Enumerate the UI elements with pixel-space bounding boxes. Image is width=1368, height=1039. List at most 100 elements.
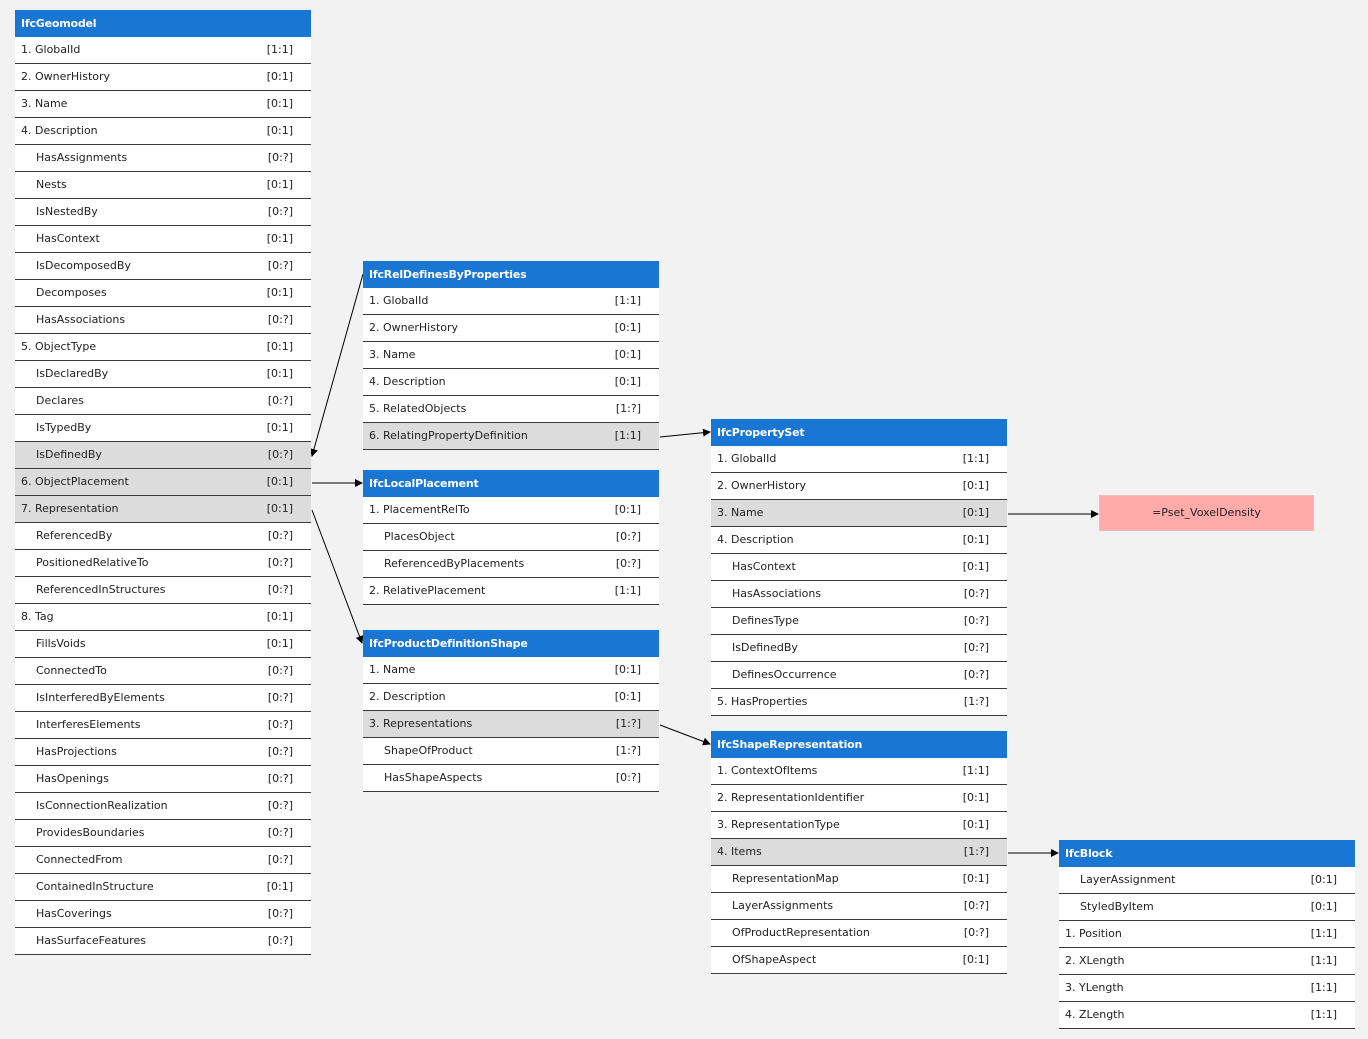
attribute-row[interactable]: 6. ObjectPlacement [0:1]	[15, 469, 311, 496]
attribute-row[interactable]: HasContext [0:1]	[711, 554, 1007, 581]
attribute-row[interactable]: HasSurfaceFeatures [0:?]	[15, 928, 311, 955]
attribute-row[interactable]: 2. OwnerHistory [0:1]	[363, 315, 659, 342]
entity-header[interactable]: IfcBlock	[1059, 840, 1355, 867]
attribute-row[interactable]: 2. XLength [1:1]	[1059, 948, 1355, 975]
attribute-row[interactable]: LayerAssignments [0:?]	[711, 893, 1007, 920]
attribute-row[interactable]: 5. HasProperties [1:?]	[711, 689, 1007, 716]
attribute-row[interactable]: IsTypedBy [0:1]	[15, 415, 311, 442]
attribute-row[interactable]: ConnectedTo [0:?]	[15, 658, 311, 685]
attribute-row[interactable]: Nests [0:1]	[15, 172, 311, 199]
attribute-cardinality: [0:1]	[266, 124, 293, 137]
attribute-row[interactable]: RepresentationMap [0:1]	[711, 866, 1007, 893]
attribute-row[interactable]: OfShapeAspect [0:1]	[711, 947, 1007, 974]
attribute-row[interactable]: DefinesOccurrence [0:?]	[711, 662, 1007, 689]
attribute-row[interactable]: ConnectedFrom [0:?]	[15, 847, 311, 874]
attribute-row[interactable]: 3. YLength [1:1]	[1059, 975, 1355, 1002]
attribute-cardinality: [0:?]	[267, 529, 293, 542]
attribute-row[interactable]: ReferencedByPlacements [0:?]	[363, 551, 659, 578]
attribute-row[interactable]: DefinesType [0:?]	[711, 608, 1007, 635]
attribute-label: RepresentationMap	[732, 872, 839, 885]
attribute-row[interactable]: 4. Description [0:1]	[711, 527, 1007, 554]
attribute-row[interactable]: 6. RelatingPropertyDefinition [1:1]	[363, 423, 659, 450]
attribute-row[interactable]: HasAssignments [0:?]	[15, 145, 311, 172]
attribute-row[interactable]: PositionedRelativeTo [0:?]	[15, 550, 311, 577]
attribute-row[interactable]: 1. GlobalId [1:1]	[15, 37, 311, 64]
attribute-row[interactable]: HasAssociations [0:?]	[711, 581, 1007, 608]
attribute-row[interactable]: 7. Representation [0:1]	[15, 496, 311, 523]
attribute-row[interactable]: 4. ZLength [1:1]	[1059, 1002, 1355, 1029]
attribute-label: 1. GlobalId	[369, 294, 429, 307]
attribute-cardinality: [0:1]	[614, 375, 641, 388]
entity-header[interactable]: IfcGeomodel	[15, 10, 311, 37]
attribute-row[interactable]: 1. Name [0:1]	[363, 657, 659, 684]
attribute-label: 1. ContextOfItems	[717, 764, 818, 777]
attribute-row[interactable]: OfProductRepresentation [0:?]	[711, 920, 1007, 947]
attribute-row[interactable]: 5. RelatedObjects [1:?]	[363, 396, 659, 423]
entity-header[interactable]: IfcShapeRepresentation	[711, 731, 1007, 758]
attribute-row[interactable]: 2. RelativePlacement [1:1]	[363, 578, 659, 605]
attribute-row[interactable]: 1. ContextOfItems [1:1]	[711, 758, 1007, 785]
attribute-row[interactable]: 3. Name [0:1]	[363, 342, 659, 369]
attribute-label: ReferencedBy	[36, 529, 113, 542]
entity-header[interactable]: IfcRelDefinesByProperties	[363, 261, 659, 288]
attribute-row[interactable]: PlacesObject [0:?]	[363, 524, 659, 551]
attribute-label: ReferencedInStructures	[36, 583, 166, 596]
attribute-row[interactable]: 1. PlacementRelTo [0:1]	[363, 497, 659, 524]
attribute-row[interactable]: 3. Name [0:1]	[711, 500, 1007, 527]
attribute-row[interactable]: IsConnectionRealization [0:?]	[15, 793, 311, 820]
attribute-row[interactable]: 8. Tag [0:1]	[15, 604, 311, 631]
attribute-row[interactable]: HasContext [0:1]	[15, 226, 311, 253]
attribute-row[interactable]: 2. OwnerHistory [0:1]	[711, 473, 1007, 500]
attribute-row[interactable]: IsInterferedByElements [0:?]	[15, 685, 311, 712]
attribute-row[interactable]: 3. Name [0:1]	[15, 91, 311, 118]
attribute-row[interactable]: HasProjections [0:?]	[15, 739, 311, 766]
attribute-row[interactable]: HasCoverings [0:?]	[15, 901, 311, 928]
attribute-row[interactable]: 1. GlobalId [1:1]	[363, 288, 659, 315]
attribute-label: 2. Description	[369, 690, 446, 703]
attribute-cardinality: [0:1]	[962, 872, 989, 885]
attribute-row[interactable]: HasOpenings [0:?]	[15, 766, 311, 793]
entity-header[interactable]: IfcPropertySet	[711, 419, 1007, 446]
attribute-row[interactable]: 4. Description [0:1]	[363, 369, 659, 396]
attribute-row[interactable]: IsDefinedBy [0:?]	[15, 442, 311, 469]
attribute-row[interactable]: IsDefinedBy [0:?]	[711, 635, 1007, 662]
attribute-label: 6. ObjectPlacement	[21, 475, 129, 488]
attribute-row[interactable]: 2. RepresentationIdentifier [0:1]	[711, 785, 1007, 812]
attribute-cardinality: [0:1]	[962, 506, 989, 519]
attribute-cardinality: [0:?]	[963, 926, 989, 939]
attribute-row[interactable]: StyledByItem [0:1]	[1059, 894, 1355, 921]
attribute-row[interactable]: ReferencedInStructures [0:?]	[15, 577, 311, 604]
attribute-row[interactable]: 4. Description [0:1]	[15, 118, 311, 145]
attribute-row[interactable]: 2. OwnerHistory [0:1]	[15, 64, 311, 91]
attribute-row[interactable]: ProvidesBoundaries [0:?]	[15, 820, 311, 847]
attribute-row[interactable]: 1. Position [1:1]	[1059, 921, 1355, 948]
attribute-row[interactable]: ShapeOfProduct [1:?]	[363, 738, 659, 765]
attribute-row[interactable]: ContainedInStructure [0:1]	[15, 874, 311, 901]
attribute-row[interactable]: LayerAssignment [0:1]	[1059, 867, 1355, 894]
attribute-row[interactable]: 1. GlobalId [1:1]	[711, 446, 1007, 473]
attribute-label: 6. RelatingPropertyDefinition	[369, 429, 528, 442]
entity-header[interactable]: IfcProductDefinitionShape	[363, 630, 659, 657]
attribute-row[interactable]: 2. Description [0:1]	[363, 684, 659, 711]
attribute-row[interactable]: HasShapeAspects [0:?]	[363, 765, 659, 792]
attribute-cardinality: [0:?]	[267, 907, 293, 920]
attribute-row[interactable]: IsDeclaredBy [0:1]	[15, 361, 311, 388]
attribute-row[interactable]: Declares [0:?]	[15, 388, 311, 415]
attribute-row[interactable]: Decomposes [0:1]	[15, 280, 311, 307]
entity-header[interactable]: IfcLocalPlacement	[363, 470, 659, 497]
attribute-row[interactable]: HasAssociations [0:?]	[15, 307, 311, 334]
attribute-label: HasAssociations	[36, 313, 126, 326]
attribute-cardinality: [0:1]	[266, 232, 293, 245]
attribute-row[interactable]: 3. Representations [1:?]	[363, 711, 659, 738]
attribute-row[interactable]: 5. ObjectType [0:1]	[15, 334, 311, 361]
attribute-row[interactable]: InterferesElements [0:?]	[15, 712, 311, 739]
attribute-row[interactable]: IsDecomposedBy [0:?]	[15, 253, 311, 280]
attribute-row[interactable]: FillsVoids [0:1]	[15, 631, 311, 658]
attribute-label: 3. Name	[717, 506, 764, 519]
attribute-row[interactable]: IsNestedBy [0:?]	[15, 199, 311, 226]
attribute-cardinality: [1:1]	[266, 43, 293, 56]
attribute-row[interactable]: 4. Items [1:?]	[711, 839, 1007, 866]
attribute-row[interactable]: ReferencedBy [0:?]	[15, 523, 311, 550]
attribute-cardinality: [0:1]	[266, 475, 293, 488]
attribute-row[interactable]: 3. RepresentationType [0:1]	[711, 812, 1007, 839]
